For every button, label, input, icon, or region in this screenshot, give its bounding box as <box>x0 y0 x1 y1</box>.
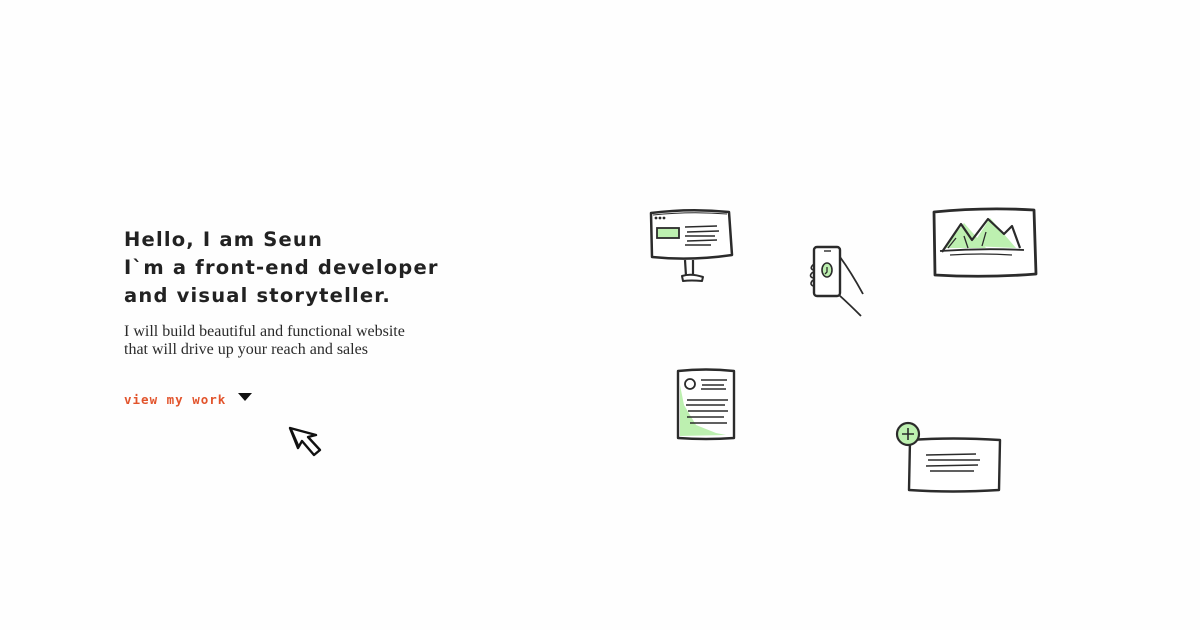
document-icon <box>676 368 736 441</box>
add-card-icon <box>895 421 1002 493</box>
headline-line-storyteller: and visual storyteller. <box>124 284 391 307</box>
phone-in-hand-icon <box>809 245 864 317</box>
headline-line-greeting: Hello, I am Seun <box>124 228 324 251</box>
hero-page: Hello, I am Seun I`m a front-end develop… <box>0 0 1200 630</box>
headline-line-role: I`m a front-end developer <box>124 256 439 279</box>
hero-text-block: Hello, I am Seun I`m a front-end develop… <box>124 226 454 374</box>
hero-headline: Hello, I am Seun I`m a front-end develop… <box>124 226 454 310</box>
caret-down-icon <box>238 392 253 401</box>
hero-tagline: I will build beautiful and functional we… <box>124 323 405 358</box>
landscape-image-icon <box>932 207 1038 278</box>
view-my-work-link[interactable]: view my work <box>124 392 253 407</box>
desktop-monitor-icon <box>649 208 734 282</box>
cursor-arrow-icon <box>288 426 322 457</box>
view-my-work-label: view my work <box>124 392 227 407</box>
